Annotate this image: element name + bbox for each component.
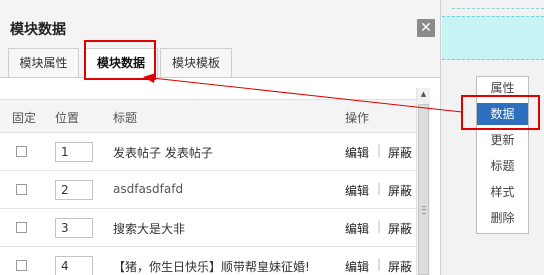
pointer-arrow [143, 73, 463, 113]
arrow-line [151, 77, 463, 113]
arrow-head-icon [143, 73, 156, 83]
